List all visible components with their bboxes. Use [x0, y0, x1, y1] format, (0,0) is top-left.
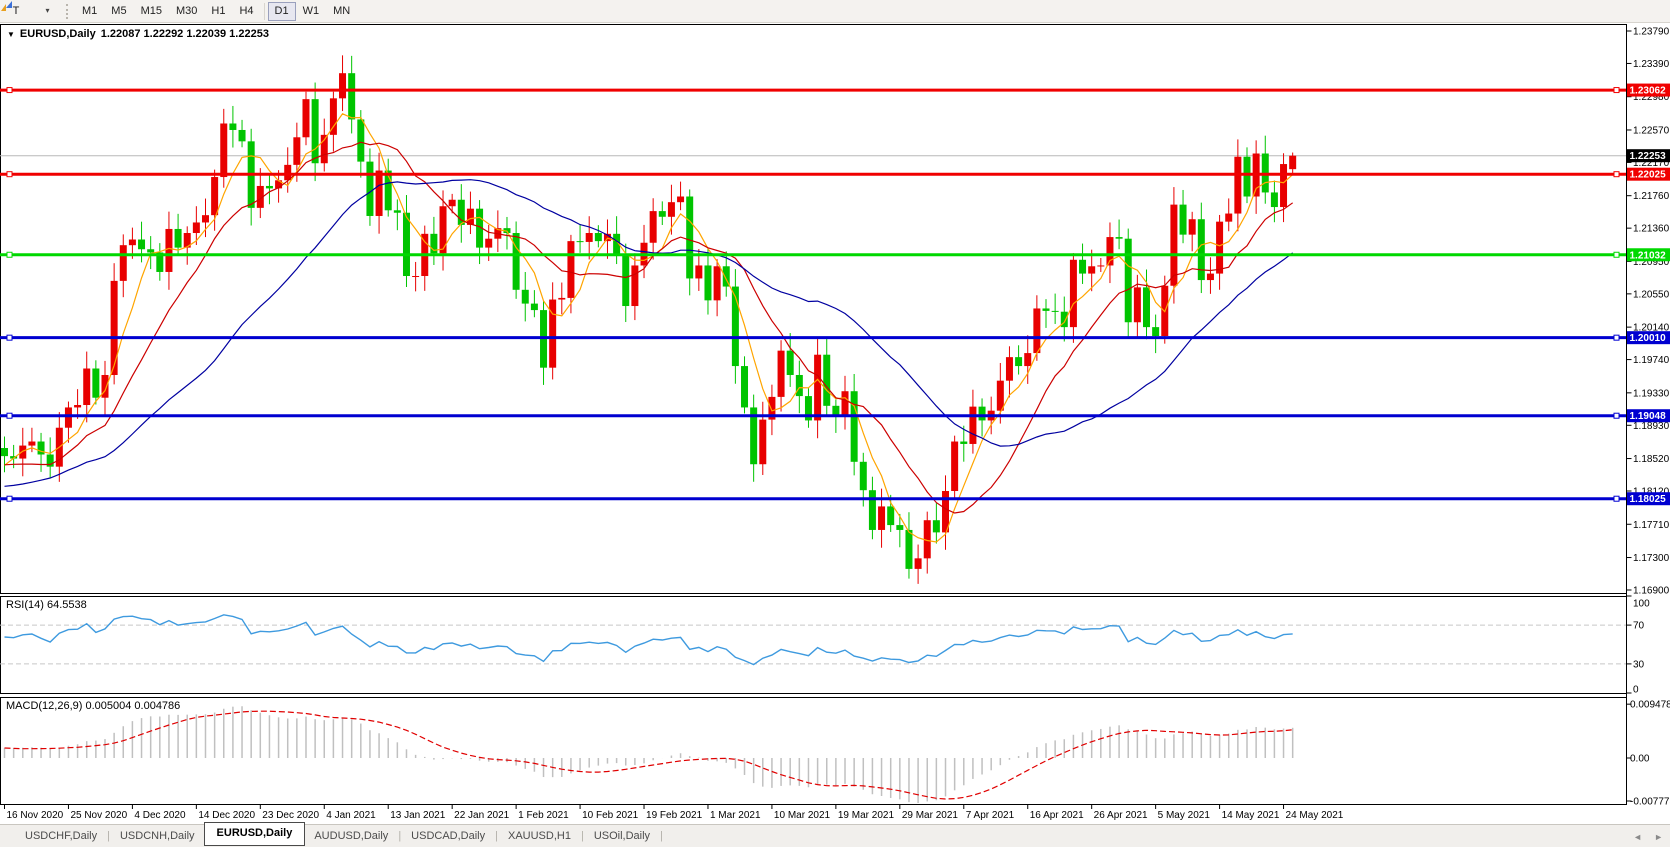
svg-text:5 May 2021: 5 May 2021	[1158, 810, 1211, 821]
toolbar-grip	[66, 4, 69, 19]
timeframe-button-m1[interactable]: M1	[75, 2, 104, 21]
tab-usoil-daily[interactable]: USOil,Daily	[585, 827, 659, 845]
tab-separator: |	[581, 830, 584, 842]
svg-text:1.19740: 1.19740	[1633, 355, 1670, 366]
timeframe-button-m15[interactable]: M15	[134, 2, 169, 21]
price-axis[interactable]: 1.237901.233901.229801.225701.221701.217…	[1627, 24, 1670, 808]
svg-text:1.18520: 1.18520	[1633, 454, 1670, 465]
svg-text:70: 70	[1633, 621, 1645, 632]
tab-separator: |	[660, 830, 663, 842]
svg-text:1.20010: 1.20010	[1630, 333, 1667, 344]
svg-text:14 Dec 2020: 14 Dec 2020	[198, 810, 255, 821]
svg-text:7 Apr 2021: 7 Apr 2021	[966, 810, 1015, 821]
svg-text:1.18025: 1.18025	[1630, 494, 1667, 505]
svg-text:29 Mar 2021: 29 Mar 2021	[902, 810, 959, 821]
svg-text:100: 100	[1633, 599, 1650, 610]
timeframe-button-w1[interactable]: W1	[296, 2, 327, 21]
svg-text:1.21760: 1.21760	[1633, 191, 1670, 202]
svg-text:1.17710: 1.17710	[1633, 520, 1670, 531]
rsi-indicator-label: RSI(14) 64.5538	[6, 599, 87, 611]
svg-text:4 Jan 2021: 4 Jan 2021	[326, 810, 376, 821]
svg-text:1.16900: 1.16900	[1633, 585, 1670, 596]
svg-text:25 Nov 2020: 25 Nov 2020	[70, 810, 127, 821]
svg-text:0.00: 0.00	[1630, 754, 1650, 765]
svg-text:1.21360: 1.21360	[1633, 224, 1670, 235]
svg-text:23 Dec 2020: 23 Dec 2020	[262, 810, 319, 821]
tab-separator: |	[495, 830, 498, 842]
svg-text:13 Jan 2021: 13 Jan 2021	[390, 810, 445, 821]
svg-text:1.22253: 1.22253	[1630, 151, 1667, 162]
svg-text:1.19330: 1.19330	[1633, 388, 1670, 399]
svg-text:1.20550: 1.20550	[1633, 289, 1670, 300]
top-toolbar: T ▾ M1 M5 M15 M30 H1 H4 D1 W1 MN	[0, 0, 1670, 23]
timeframe-button-m30[interactable]: M30	[169, 2, 204, 21]
macd-indicator-label: MACD(12,26,9) 0.005004 0.004786	[6, 700, 180, 712]
scroll-left-icon[interactable]: ◄	[1633, 832, 1642, 842]
svg-text:-0.007778: -0.007778	[1630, 797, 1670, 808]
chevron-down-icon: ▾	[45, 7, 49, 15]
svg-text:1.21032: 1.21032	[1630, 250, 1667, 261]
date-axis[interactable]: 16 Nov 2020 25 Nov 2020 4 Dec 2020 14 Dec 2…	[5, 805, 1344, 821]
timeframe-button-mn[interactable]: MN	[326, 2, 357, 21]
chart-title: ▼ EURUSD,Daily 1.22087 1.22292 1.22039 1…	[7, 28, 269, 40]
toolbar-separator	[264, 3, 265, 20]
scroll-right-icon[interactable]: ►	[1654, 832, 1663, 842]
tab-usdcad-daily[interactable]: USDCAD,Daily	[402, 827, 494, 845]
svg-text:24 May 2021: 24 May 2021	[1286, 810, 1344, 821]
svg-text:1.23390: 1.23390	[1633, 59, 1670, 70]
svg-text:10 Feb 2021: 10 Feb 2021	[582, 810, 639, 821]
tab-separator: |	[398, 830, 401, 842]
svg-text:1.18930: 1.18930	[1633, 421, 1670, 432]
price-chart-canvas[interactable]: 1.237901.233901.229801.225701.221701.217…	[0, 0, 1670, 850]
svg-text:1.19048: 1.19048	[1630, 411, 1667, 422]
svg-text:26 Apr 2021: 26 Apr 2021	[1094, 810, 1148, 821]
svg-text:0: 0	[1633, 685, 1639, 696]
tab-xauusd-h1[interactable]: XAUUSD,H1	[499, 827, 580, 845]
tab-usdcnh-daily[interactable]: USDCNH,Daily	[111, 827, 204, 845]
svg-text:14 May 2021: 14 May 2021	[1222, 810, 1280, 821]
timeframe-button-m5[interactable]: M5	[104, 2, 133, 21]
svg-text:1.22025: 1.22025	[1630, 170, 1667, 181]
svg-text:22 Jan 2021: 22 Jan 2021	[454, 810, 509, 821]
svg-text:10 Mar 2021: 10 Mar 2021	[774, 810, 831, 821]
timeframe-button-d1[interactable]: D1	[268, 2, 296, 21]
svg-text:1.23062: 1.23062	[1630, 86, 1667, 97]
svg-text:1.22570: 1.22570	[1633, 125, 1670, 136]
ohlc-values: 1.22087 1.22292 1.22039 1.22253	[101, 28, 269, 40]
tab-separator: |	[107, 830, 110, 842]
bottom-tab-bar: USDCHF,Daily | USDCNH,Daily EURUSD,Daily…	[0, 824, 1670, 847]
svg-text:4 Dec 2020: 4 Dec 2020	[134, 810, 186, 821]
tab-usdchf-daily[interactable]: USDCHF,Daily	[16, 827, 106, 845]
timeframe-button-h4[interactable]: H4	[232, 2, 260, 21]
tab-scroll-arrows: ◄ ►	[1633, 832, 1663, 842]
tab-eurusd-daily[interactable]: EURUSD,Daily	[204, 822, 306, 846]
tab-audusd-daily[interactable]: AUDUSD,Daily	[305, 827, 397, 845]
svg-text:16 Apr 2021: 16 Apr 2021	[1030, 810, 1084, 821]
svg-text:1.23790: 1.23790	[1633, 27, 1670, 38]
svg-text:1.17300: 1.17300	[1633, 553, 1670, 564]
svg-text:1 Mar 2021: 1 Mar 2021	[710, 810, 761, 821]
svg-text:19 Feb 2021: 19 Feb 2021	[646, 810, 703, 821]
chart-style-button[interactable]: ▾	[29, 2, 63, 21]
svg-text:16 Nov 2020: 16 Nov 2020	[7, 810, 64, 821]
symbol-period-label: EURUSD,Daily	[20, 28, 96, 40]
svg-text:0.009478: 0.009478	[1630, 700, 1670, 711]
svg-text:30: 30	[1633, 659, 1645, 670]
svg-text:1 Feb 2021: 1 Feb 2021	[518, 810, 569, 821]
timeframe-button-h1[interactable]: H1	[204, 2, 232, 21]
svg-text:19 Mar 2021: 19 Mar 2021	[838, 810, 895, 821]
collapse-triangle-icon: ▼	[7, 30, 15, 39]
